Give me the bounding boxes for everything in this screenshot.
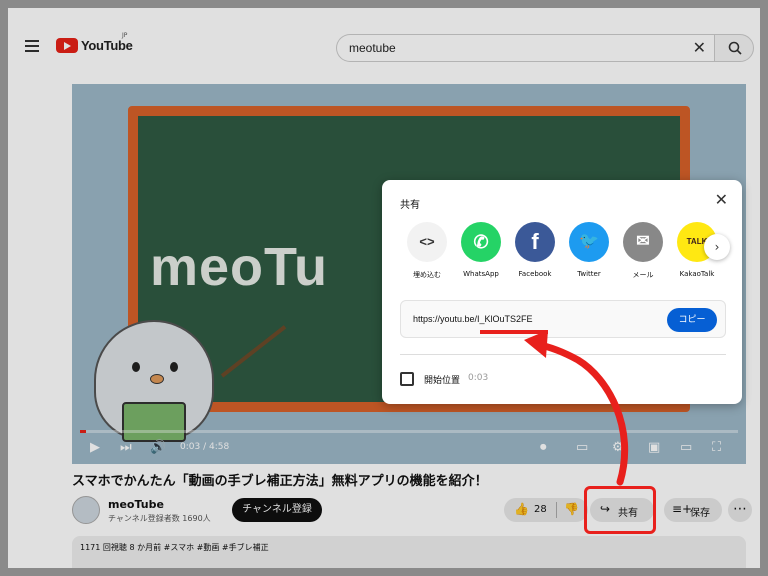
share-button-highlight	[584, 486, 656, 534]
red-arrow-annotation	[524, 330, 629, 486]
screenshot-frame: YouTube JP meotube ✕ meoTu ▶ ⏭ 🔊 0:03 / …	[8, 8, 760, 568]
